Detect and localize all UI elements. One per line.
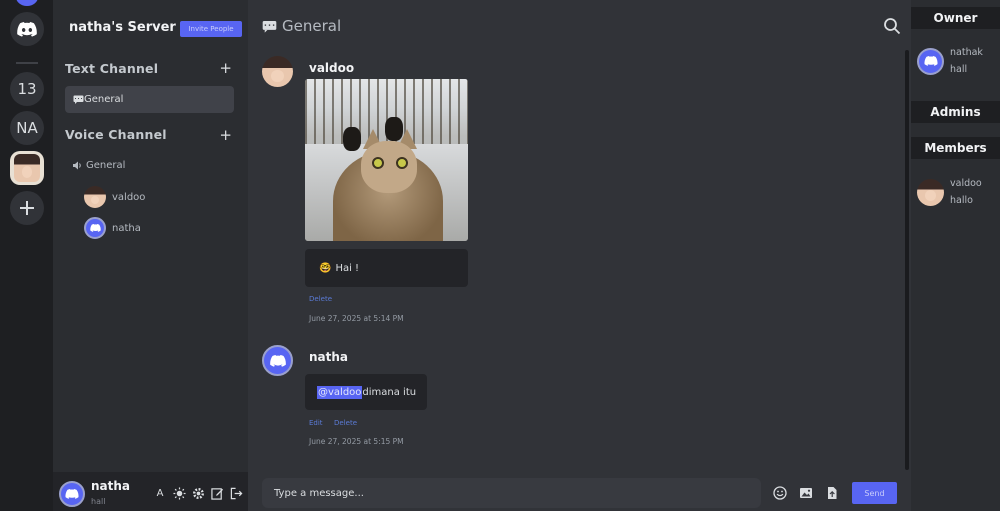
server-rail: 13 NA <box>0 0 53 511</box>
message-bubble: @valdoo dimana itu <box>305 374 427 410</box>
voice-channel-general[interactable]: General <box>73 160 125 171</box>
discord-logo-icon <box>923 56 938 66</box>
chat-icon <box>73 95 84 104</box>
sun-icon <box>172 486 186 500</box>
voice-user-label: natha <box>112 222 141 234</box>
message-text: dimana itu <box>362 386 417 398</box>
avatar <box>917 47 944 75</box>
message-image-attachment[interactable] <box>305 79 468 241</box>
chat-area: General valdoo 🤓 Hai ! Delete June 27, 2… <box>248 0 911 511</box>
text-channel-general[interactable]: General <box>65 86 234 113</box>
member-item-owner[interactable]: nathak hall <box>917 44 983 78</box>
image-cat-eye <box>372 157 384 169</box>
text-channel-label: General <box>84 94 124 105</box>
discord-logo-icon <box>17 21 37 37</box>
user-mention[interactable]: @valdoo <box>317 385 363 399</box>
user-name: natha <box>91 479 131 493</box>
image-cat-eye <box>396 157 408 169</box>
member-name: nathak <box>950 47 983 58</box>
plus-icon <box>20 201 34 215</box>
logout-icon <box>230 487 242 499</box>
member-name: valdoo <box>950 178 982 189</box>
invite-people-button[interactable]: Invite People <box>180 21 242 37</box>
channel-title: General <box>262 17 341 35</box>
voice-channel-label: General <box>86 160 126 171</box>
server-icon-na[interactable]: NA <box>10 111 44 145</box>
message-timestamp: June 27, 2025 at 5:15 PM <box>309 437 404 446</box>
member-info: valdoo hallo <box>950 175 982 209</box>
member-info: nathak hall <box>950 44 983 78</box>
voice-user-natha[interactable]: natha <box>84 217 141 239</box>
image-dog <box>343 127 361 151</box>
user-panel: natha hall A <box>53 472 248 511</box>
edit-profile-button[interactable] <box>210 486 224 500</box>
user-controls: A <box>153 486 243 500</box>
add-voice-channel-icon[interactable]: + <box>219 126 232 144</box>
home-button[interactable] <box>10 12 44 46</box>
member-status: hallo <box>950 195 973 206</box>
chat-icon <box>262 20 277 33</box>
speaker-icon <box>73 161 81 170</box>
server-icon-13[interactable]: 13 <box>10 72 44 106</box>
rail-separator <box>16 62 38 64</box>
delete-message-link[interactable]: Delete <box>334 419 357 427</box>
message-author[interactable]: natha <box>309 350 348 364</box>
server-avatar-image <box>14 154 40 182</box>
avatar <box>917 178 944 206</box>
discord-logo-icon <box>269 354 286 367</box>
file-upload-icon[interactable] <box>825 486 839 500</box>
message-input[interactable]: Type a message... <box>262 478 761 508</box>
voice-user-label: valdoo <box>112 191 146 203</box>
text-channel-header: Text Channel <box>65 61 159 76</box>
edit-icon <box>210 487 223 500</box>
server-icon-active[interactable] <box>10 151 44 185</box>
theme-toggle-button[interactable] <box>172 486 186 500</box>
logout-button[interactable] <box>229 486 243 500</box>
member-item-valdoo[interactable]: valdoo hallo <box>917 175 982 209</box>
edit-message-link[interactable]: Edit <box>309 419 323 427</box>
send-button[interactable]: Send <box>852 482 897 504</box>
avatar <box>84 186 106 208</box>
user-status: hall <box>91 497 106 506</box>
add-server-button[interactable] <box>10 191 44 225</box>
user-avatar[interactable] <box>59 481 85 507</box>
settings-button[interactable] <box>191 486 205 500</box>
discord-logo-icon <box>89 224 101 232</box>
emoji-icon[interactable] <box>773 486 787 500</box>
delete-message-link[interactable]: Delete <box>309 295 332 303</box>
channel-sidebar: natha's Server Invite People Text Channe… <box>53 0 248 511</box>
message-timestamp: June 27, 2025 at 5:14 PM <box>309 314 404 323</box>
font-size-button[interactable]: A <box>153 486 167 500</box>
scrollbar[interactable] <box>905 50 909 470</box>
voice-user-valdoo[interactable]: valdoo <box>84 186 145 208</box>
server-indicator <box>16 0 38 6</box>
voice-channel-header: Voice Channel <box>65 127 167 142</box>
channel-title-label: General <box>282 17 342 35</box>
member-status: hall <box>950 64 968 75</box>
message-text: Hai ! <box>335 262 360 274</box>
message-bubble: 🤓 Hai ! <box>305 249 468 287</box>
members-header: Members <box>911 137 1000 159</box>
admins-header: Admins <box>911 101 1000 123</box>
search-icon[interactable] <box>883 17 901 35</box>
image-upload-icon[interactable] <box>799 486 813 500</box>
server-name: natha's Server <box>69 20 176 35</box>
member-list: Owner nathak hall Admins Members valdoo … <box>911 0 1000 511</box>
image-cat-face <box>361 141 417 193</box>
message-emoji: 🤓 <box>319 262 332 274</box>
avatar <box>84 217 106 239</box>
message-avatar[interactable] <box>262 345 293 376</box>
gear-icon <box>192 487 204 499</box>
owner-header: Owner <box>911 7 1000 29</box>
discord-logo-icon <box>65 489 79 499</box>
message-avatar[interactable] <box>262 56 293 87</box>
add-text-channel-icon[interactable]: + <box>219 59 232 77</box>
message-author[interactable]: valdoo <box>309 61 354 75</box>
